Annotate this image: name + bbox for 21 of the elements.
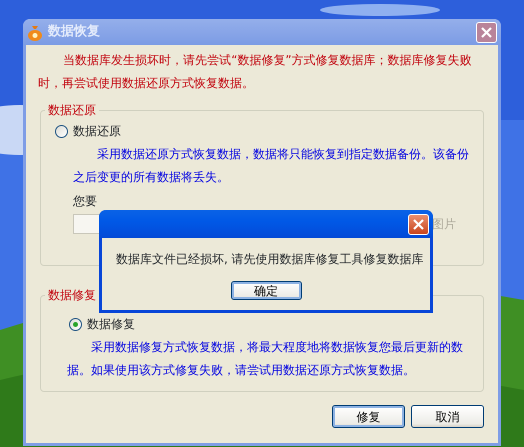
message-text: 数据库文件已经损坏, 请先使用数据库修复工具修复数据库 <box>116 251 425 268</box>
radio-button[interactable] <box>55 124 68 138</box>
description-text: 采用数据修复方式恢复数据，将最大程度地将数据恢复您最后更新的数据。如果使用该方式修复失败，请尝试用数据还原方式恢复数据。 <box>67 339 464 379</box>
close-button[interactable] <box>476 22 497 42</box>
window-title: 数据恢复 <box>48 23 100 42</box>
dialog-button[interactable]: 修复 <box>332 405 405 428</box>
ok-button[interactable]: 确定 <box>230 281 302 300</box>
close-icon <box>480 26 493 38</box>
image-label: 图片 <box>432 216 456 233</box>
radio-label[interactable]: 数据修复 <box>87 315 135 333</box>
radio-button[interactable] <box>69 318 82 330</box>
radio-label[interactable]: 数据还原 <box>73 122 121 140</box>
money-bag-icon <box>27 24 43 40</box>
question-text: 您要 <box>73 193 98 210</box>
description-text: 采用数据还原方式恢复数据，数据将只能恢复到指定数据备份。该备份之后变更的所有数据将丢失。 <box>73 146 470 186</box>
close-icon <box>412 218 425 230</box>
group-title: 数据还原 <box>47 103 97 117</box>
close-button[interactable] <box>408 214 429 234</box>
group-title: 数据修复 <box>47 288 97 302</box>
warning-text: 当数据库发生损坏时，请先尝试“数据修复”方式修复数据库；数据库修复失败时，再尝试使用数据还原方式恢复数据。 <box>38 52 473 92</box>
dialog-button[interactable]: 取消 <box>411 405 484 428</box>
